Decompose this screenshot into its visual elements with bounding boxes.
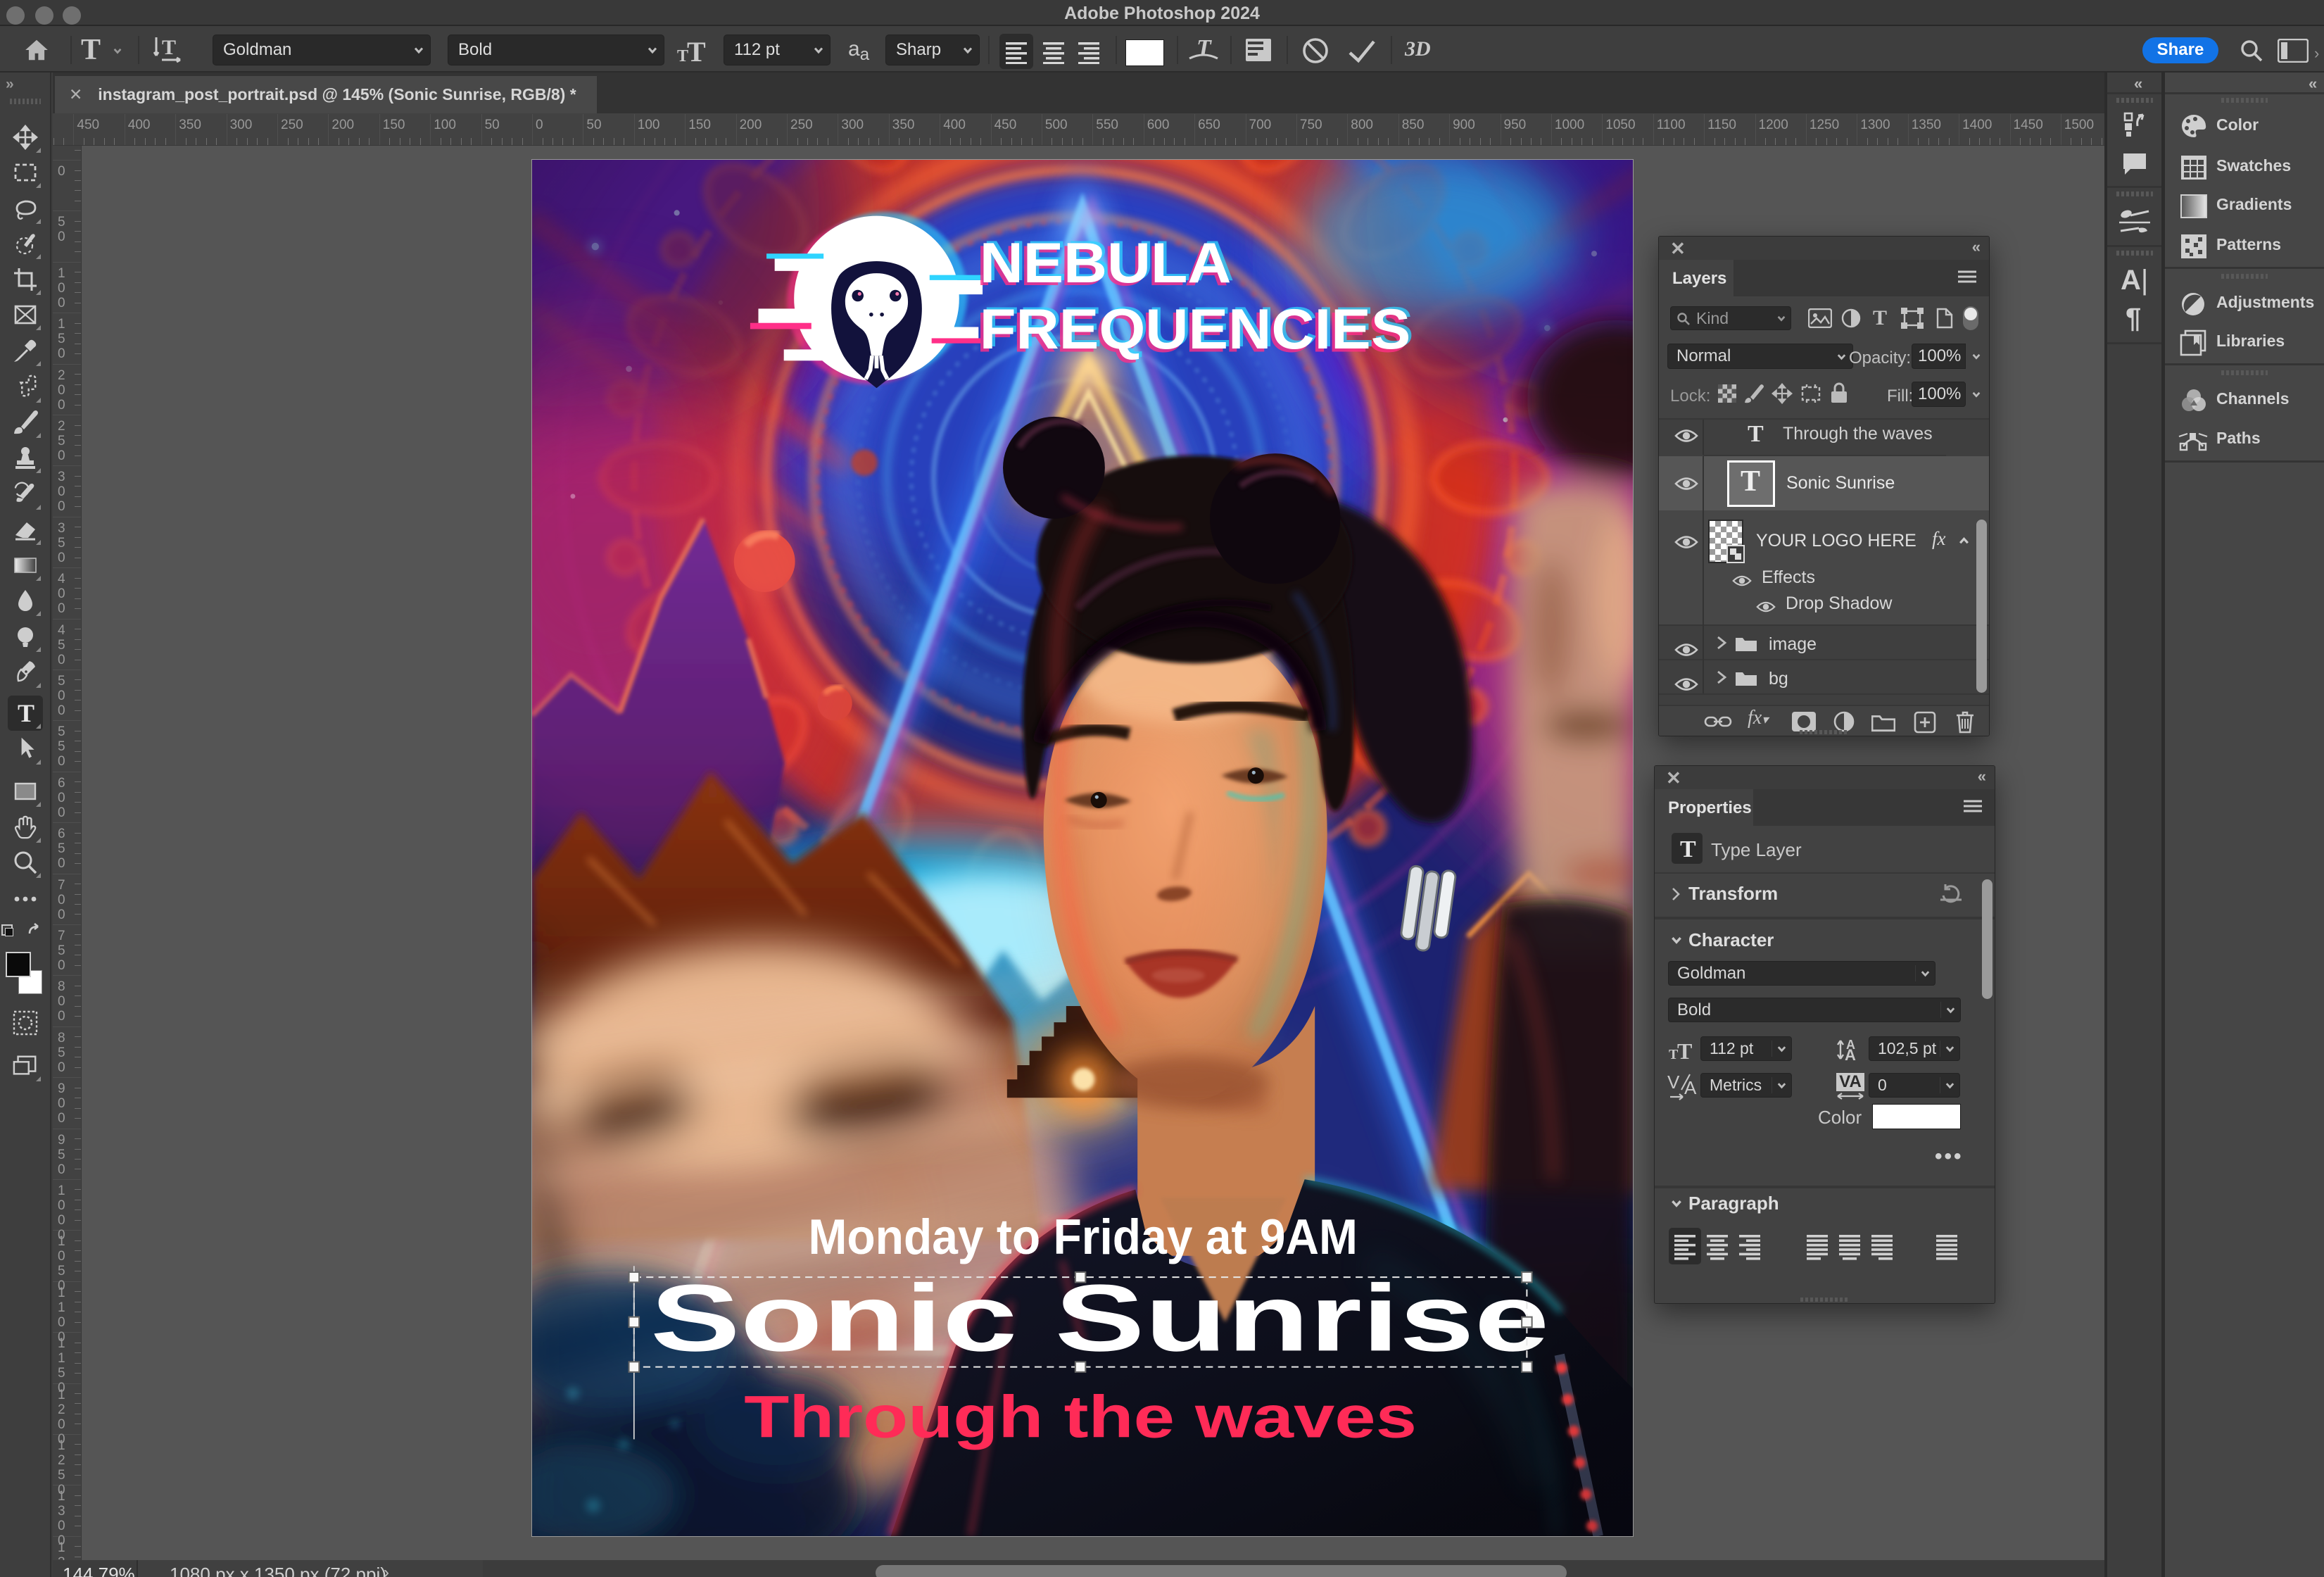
svg-text:T: T [687, 39, 706, 64]
svg-text:T: T [18, 700, 34, 726]
svg-text:A: A [1845, 1046, 1856, 1063]
svg-text:A: A [1684, 1077, 1697, 1098]
svg-text:T: T [1196, 36, 1212, 61]
svg-text:T: T [162, 36, 176, 59]
svg-text:V: V [1667, 1073, 1680, 1093]
svg-text:T: T [1677, 1041, 1692, 1062]
